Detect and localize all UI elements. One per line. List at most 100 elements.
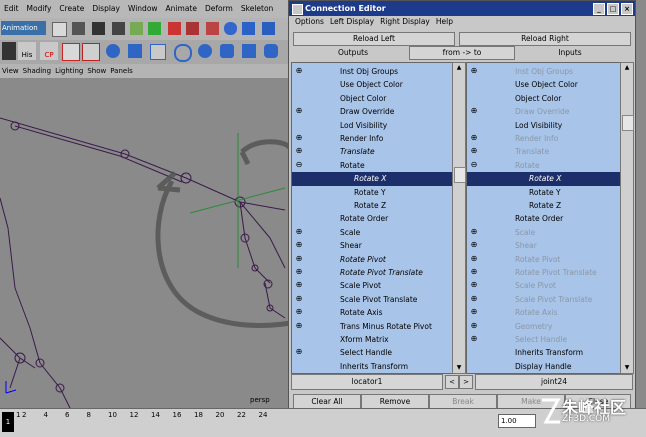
expand-icon[interactable]: ⊕ [295,227,303,236]
scroll-thumb[interactable] [622,115,634,131]
panel-menu-lighting[interactable]: Lighting [55,64,83,78]
list-item[interactable]: ⊕ Draw Override [292,105,452,118]
cylinder-icon[interactable] [220,44,234,58]
outputs-scrollbar[interactable]: ▲ ▼ [452,62,466,374]
panel-menu-view[interactable]: View [2,64,19,78]
list-item[interactable]: ⊕ Inst Obj Groups [467,65,627,78]
cube-icon[interactable] [128,44,142,58]
collapse-icon[interactable]: ⊖ [470,160,478,169]
list-item[interactable]: Object Color [292,92,452,105]
list-item[interactable]: ⊕ Scale Pivot Translate [292,293,452,306]
list-item[interactable]: ⊕ Shear [292,239,452,252]
history-button[interactable]: His [18,42,36,60]
expand-icon[interactable]: ⊕ [295,134,303,142]
list-item[interactable]: ⊕ Draw Override [467,105,627,118]
list-item[interactable]: ⊕ Select Handle [467,333,627,346]
circle-icon[interactable] [174,44,192,62]
expand-icon[interactable]: ⊕ [470,308,478,316]
poly-cube-icon[interactable] [242,44,256,58]
list-item[interactable]: Lod Visibility [467,119,627,132]
ik-spline-icon[interactable] [82,43,100,61]
snap-curve-icon[interactable] [168,22,181,35]
scroll-thumb[interactable] [454,167,466,183]
expand-icon[interactable]: ⊕ [470,294,478,303]
list-item[interactable]: ⊕ Trans Minus Rotate Pivot [292,320,452,333]
list-item[interactable]: Use Object Color [467,78,627,91]
expand-icon[interactable]: ⊕ [295,348,303,356]
list-item[interactable]: ⊕ Translate [292,145,452,158]
current-frame-marker[interactable]: 1 [2,412,14,432]
right-arrow-icon[interactable]: > [459,375,473,389]
expand-icon[interactable]: ⊕ [470,227,478,236]
poly-cylinder-icon[interactable] [264,44,278,58]
scroll-down-icon[interactable]: ▼ [453,363,465,373]
expand-icon[interactable]: ⊕ [470,254,478,263]
outputs-list[interactable]: ⊕ Inst Obj Groups Use Object Color Object C… [291,62,453,374]
nurbs-sphere-icon[interactable] [198,44,212,58]
editor-menu-help[interactable]: Help [436,16,453,28]
plane-icon[interactable] [150,44,166,60]
inputs-scrollbar[interactable]: ▲ ▼ [620,62,634,374]
range-field[interactable]: 1.00 [498,414,536,428]
expand-icon[interactable]: ⊕ [470,268,478,276]
list-item[interactable]: Rotate Order [292,212,452,225]
select-object-icon[interactable] [130,22,143,35]
list-item[interactable]: ⊕ Rotate Pivot [292,253,452,266]
editor-menu-right-display[interactable]: Right Display [380,16,430,28]
maximize-icon[interactable]: □ [607,3,619,15]
expand-icon[interactable]: ⊕ [295,147,303,155]
list-item[interactable]: Inherits Transform [292,360,452,373]
select-hierarchy-icon[interactable] [112,22,125,35]
close-window-icon[interactable]: × [621,3,633,15]
list-item[interactable]: ⊖ Rotate [467,159,627,172]
list-item[interactable]: ⊕ Rotate Axis [467,306,627,319]
list-item[interactable]: ⊕ Scale Pivot [467,279,627,292]
expand-icon[interactable]: ⊕ [295,268,303,276]
menu-modify[interactable]: Modify [27,0,52,18]
ipr-render-icon[interactable] [242,22,255,35]
left-node-field[interactable]: locator1 [291,374,443,390]
direction-button[interactable]: from -> to [409,46,515,60]
sphere-icon[interactable] [106,44,120,58]
window-menu-icon[interactable] [292,4,303,15]
expand-icon[interactable]: ⊕ [470,281,478,289]
list-item[interactable]: Rotate Z [292,199,452,212]
list-item[interactable]: ⊕ Shear [467,239,627,252]
menu-display[interactable]: Display [92,0,120,18]
expand-icon[interactable]: ⊕ [295,321,303,330]
new-scene-icon[interactable] [52,22,67,37]
render-globals-icon[interactable] [262,22,275,35]
minimize-icon[interactable]: _ [593,3,605,15]
menu-deform[interactable]: Deform [205,0,233,18]
right-node-field[interactable]: joint24 [475,374,633,390]
snap-point-icon[interactable] [186,22,199,35]
list-item[interactable]: Rotate Z [467,199,627,212]
menu-edit[interactable]: Edit [4,0,19,18]
center-pivot-button[interactable]: CP [40,42,58,60]
expand-icon[interactable]: ⊕ [295,254,303,263]
list-item[interactable]: Object Color [467,92,627,105]
expand-icon[interactable]: ⊕ [470,134,478,142]
list-item[interactable]: Xform Matrix [292,333,452,346]
list-item[interactable]: Rotate X [467,172,627,186]
list-item[interactable]: ⊕ Rotate Axis [292,306,452,319]
panel-menu-panels[interactable]: Panels [110,64,133,78]
list-item[interactable]: Rotate Y [467,186,627,199]
list-item[interactable]: ⊕ Geometry [467,320,627,333]
list-item[interactable]: ⊖ Rotate [292,159,452,172]
expand-icon[interactable]: ⊕ [295,107,303,115]
menu-set-dropdown[interactable]: Animation [1,21,46,35]
ik-handle-icon[interactable] [62,43,80,61]
list-item[interactable]: Inherits Transform [467,346,627,359]
expand-icon[interactable]: ⊕ [470,241,478,249]
reload-left-button[interactable]: Reload Left [293,32,455,46]
list-item[interactable]: ⊕ Render Info [292,132,452,145]
expand-icon[interactable]: ⊕ [470,321,478,330]
list-item[interactable]: ⊕ Rotate Pivot [467,253,627,266]
scroll-down-icon[interactable]: ▼ [621,363,633,373]
list-item[interactable]: ⊕ Inst Obj Groups [292,65,452,78]
editor-menu-options[interactable]: Options [295,16,324,28]
expand-icon[interactable]: ⊕ [295,67,303,75]
shelf-tab-icon[interactable] [2,42,16,60]
menu-skeleton[interactable]: Skeleton [241,0,273,18]
